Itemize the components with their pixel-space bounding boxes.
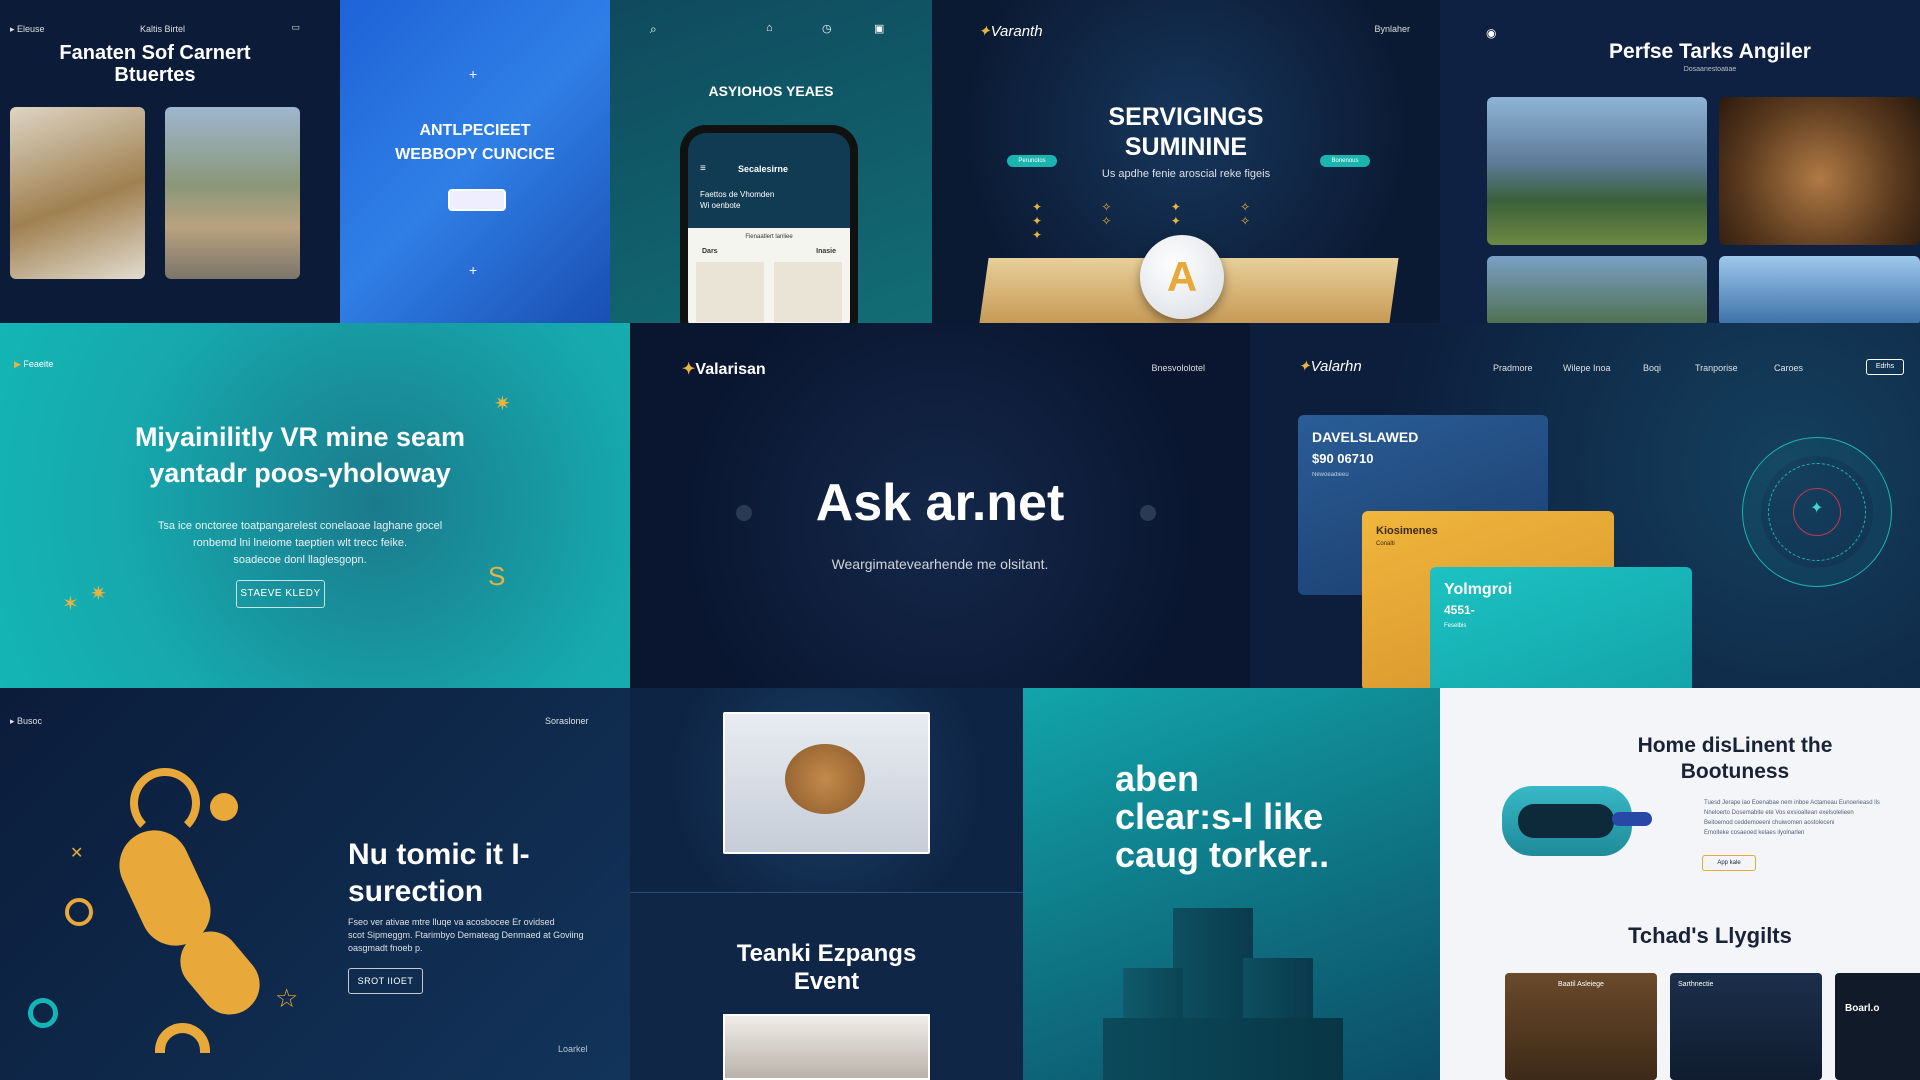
tile-fanaten: ▸ Eleuse Kaltis Birtel ▭ Fanaten Sof Car… xyxy=(0,0,340,323)
search-icon[interactable]: ⌕ xyxy=(650,22,657,37)
nav-button[interactable]: Edrhs xyxy=(1866,359,1904,375)
tile12-cta[interactable]: App kale xyxy=(1702,855,1756,871)
tile-vr: ▶ Feaeite Miyainilitly VR mine seam yant… xyxy=(0,323,630,688)
vr-headset-image[interactable] xyxy=(1502,776,1652,866)
play-icon: ▸ xyxy=(10,24,18,34)
pill-left[interactable]: Perunotos xyxy=(1007,155,1057,167)
tile6-title: Miyainilitly VR mine seam yantadr poos-y… xyxy=(134,422,466,488)
phone-text: Faettos de Vhomden Wi oenbote xyxy=(700,190,775,210)
tile9-footer: Loarkel xyxy=(558,1044,588,1054)
sketch-image[interactable] xyxy=(774,262,842,322)
tile5-title: Perfse Tarks Angiler xyxy=(1609,40,1811,63)
radar-icon: ✦ xyxy=(1742,437,1892,587)
tile3-title: ASYIOHOS YEAES xyxy=(708,83,834,99)
photo-couple[interactable] xyxy=(723,1014,930,1080)
robot-illustration: ☆ ✕ xyxy=(28,768,300,1068)
phone-tab-left[interactable]: Dars xyxy=(702,248,718,255)
photo-creature[interactable] xyxy=(1719,97,1920,245)
star-logo-icon: ✦ xyxy=(682,361,696,378)
badge-icon[interactable] xyxy=(448,189,506,211)
photo-angel[interactable] xyxy=(723,712,930,854)
tile4-title: SERVIGINGS SUMININE xyxy=(1108,103,1264,161)
photo-gorilla-biker[interactable] xyxy=(1487,97,1707,245)
tile-phone: ⌕ ⌂ ◷ ▣ ASYIOHOS YEAES ≡ Secalesirne Fae… xyxy=(610,0,932,323)
tile-caug: aben clear:s-l like caug torker.. xyxy=(1023,688,1440,1080)
tile-webbopy: + ANTLPECIEET WEBBOPY CUNCICE + xyxy=(340,0,610,323)
photo-man-landscape[interactable] xyxy=(1487,256,1707,323)
tile4-nav-right[interactable]: Bynlaher xyxy=(1374,24,1410,34)
logo-icon[interactable]: ◉ xyxy=(1486,26,1496,40)
sparkle-icon: + xyxy=(469,66,478,82)
sparkle-icon: ✷ xyxy=(494,393,511,415)
tile10-title: Teanki Ezpangs Event xyxy=(736,940,917,995)
nav-item[interactable]: Boqi xyxy=(1643,363,1661,373)
phone-tab-right[interactable]: Inasie xyxy=(816,248,836,255)
tile-surection: ▸ Busoc Sorasloner ☆ ✕ Nu tomic it I- su… xyxy=(0,688,630,1080)
tile1-nav-right[interactable]: Kaltis Birtel xyxy=(140,24,185,34)
sparkle-icon: ✷ xyxy=(90,583,107,605)
brand[interactable]: ✦Valarhn xyxy=(1298,357,1362,375)
tile2-title: ANTLPECIEET WEBBOPY CUNCICE xyxy=(395,122,555,163)
brand[interactable]: ✦Valarisan xyxy=(682,359,766,379)
star-logo-icon: ✦ xyxy=(1298,358,1311,375)
card-right[interactable]: Boarl.o xyxy=(1835,973,1920,1080)
clock-icon[interactable]: ◷ xyxy=(822,22,832,35)
tile-askarnet: ✦Valarisan Bnesvololotel Ask ar.net Wear… xyxy=(630,323,1250,688)
pill-right[interactable]: Bonenous xyxy=(1320,155,1370,167)
hero-subtitle: Weargimatevearhende me olsitant. xyxy=(831,556,1049,572)
tile9-nav[interactable]: ▸ Busoc xyxy=(10,716,42,727)
phone-mockup: ≡ Secalesirne Faettos de Vhomden Wi oenb… xyxy=(680,125,858,323)
nav-item[interactable]: Pradmore xyxy=(1493,363,1533,373)
tile12-body: Tuesd Jerape lao Eoenabae nem inboe Acta… xyxy=(1704,800,1880,836)
tile-event: Teanki Ezpangs Event xyxy=(630,688,1023,1080)
nav-item[interactable]: Caroes xyxy=(1774,363,1803,373)
play-icon: ▸ xyxy=(10,716,18,726)
tile9-title: Nu tomic it I- surection xyxy=(348,838,530,908)
a-logo-icon[interactable]: A xyxy=(1140,235,1224,319)
phone-header: Secalesirne xyxy=(738,164,789,174)
sparkle-icon: S xyxy=(488,561,506,591)
star-logo-icon: ✦ xyxy=(978,23,991,40)
card-teal[interactable]: Yolmgroi 4551- Feselbis xyxy=(1430,567,1692,688)
cart-icon[interactable]: ▣ xyxy=(874,22,884,35)
photo-card-sculpture[interactable] xyxy=(10,107,145,279)
tile6-nav[interactable]: ▶ Feaeite xyxy=(14,359,53,370)
menu-icon[interactable]: ▭ xyxy=(291,22,300,33)
tile7-nav-right[interactable]: Bnesvololotel xyxy=(1151,363,1205,373)
tile-perfse: ◉ Perfse Tarks Angiler Dosaanestoatiae xyxy=(1440,0,1920,323)
photo-card-runner[interactable] xyxy=(165,107,300,279)
nav-item[interactable]: Tranporise xyxy=(1695,363,1738,373)
tile5-subtitle: Dosaanestoatiae xyxy=(1683,66,1737,73)
nav-item[interactable]: Wilepe Inoa xyxy=(1563,363,1611,373)
brand[interactable]: ✦Varanth xyxy=(978,22,1043,40)
tile-dashboard: ✦Valarhn Pradmore Wilepe Inoa Boqi Tranp… xyxy=(1250,323,1920,688)
home-icon[interactable]: ⌂ xyxy=(766,22,773,34)
tile-bootuness: Home disLinent the Bootuness Tuesd Jerap… xyxy=(1440,688,1920,1080)
sketch-image[interactable] xyxy=(696,262,764,322)
tile11-title: aben clear:s-l like caug torker.. xyxy=(1115,758,1330,875)
play-icon: ▶ xyxy=(14,359,24,369)
tile9-nav-right[interactable]: Sorasloner xyxy=(545,716,589,726)
tile6-cta[interactable]: STAEVE KLEDY xyxy=(236,580,325,608)
photo-man-cap[interactable] xyxy=(1719,256,1920,323)
menu-icon[interactable]: ≡ xyxy=(700,163,706,174)
phone-sub: Fienaatlert lanliee xyxy=(745,234,793,240)
isometric-city xyxy=(1103,908,1343,1080)
card-left[interactable]: Baatil Asleiege xyxy=(1505,973,1657,1080)
tile9-body: Fseo ver ativae mtre lluqe va acosbocee … xyxy=(348,917,584,953)
section-title: Tchad's Llygilts xyxy=(1628,923,1792,948)
tile1-nav[interactable]: ▸ Eleuse xyxy=(10,24,45,35)
sparkle-icon: ✶ xyxy=(62,593,79,615)
sparkle-icon: + xyxy=(469,262,478,278)
tile6-body: Tsa ice onctoree toatpangarelest conelao… xyxy=(157,520,443,566)
tile4-subtitle: Us apdhe fenie aroscial reke figeis xyxy=(1101,168,1271,180)
tile9-cta[interactable]: SROT IIOET xyxy=(348,968,423,994)
card-mid[interactable]: Sarthnectie xyxy=(1670,973,1822,1080)
tile-servigings: ✦Varanth Bynlaher SERVIGINGS SUMININE Us… xyxy=(932,0,1440,323)
tile1-title: Fanaten Sof Carnert Btuertes xyxy=(59,42,251,86)
hero-title: Ask ar.net xyxy=(815,474,1065,532)
